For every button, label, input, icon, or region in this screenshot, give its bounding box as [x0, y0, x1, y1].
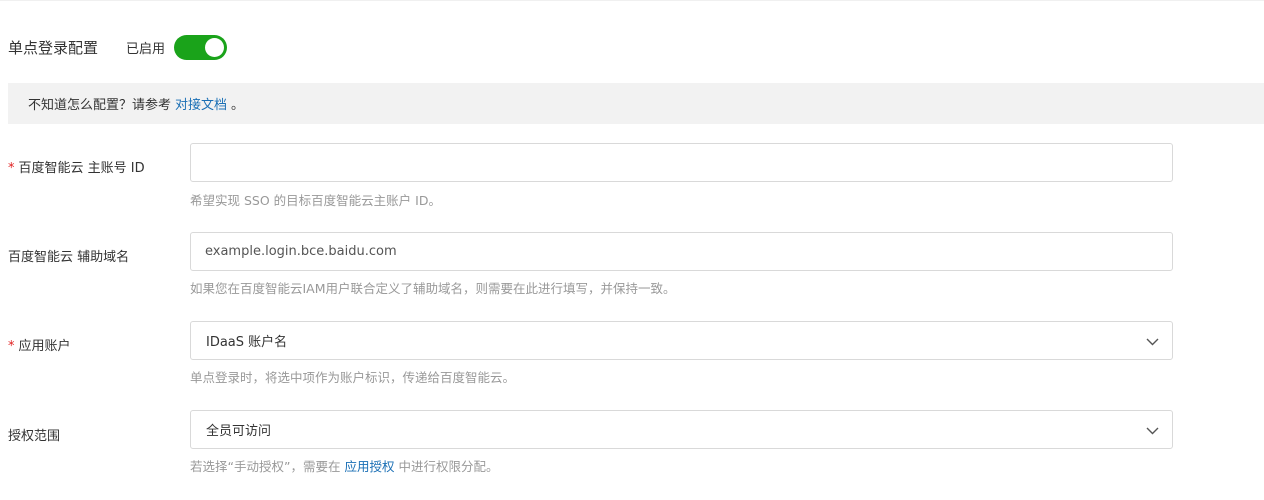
auth-scope-select[interactable]: 全员可访问 — [190, 410, 1173, 449]
aux-domain-input[interactable] — [191, 233, 1172, 270]
aux-domain-hint: 如果您在百度智能云IAM用户联合定义了辅助域名，则需要在此进行填写，并保持一致。 — [190, 281, 676, 296]
account-id-label-text: 百度智能云 主账号 ID — [18, 161, 145, 176]
account-id-field — [190, 143, 1173, 182]
notice-suffix: 。 — [231, 98, 245, 113]
help-notice: 不知道怎么配置？请参考 对接文档 。 — [8, 83, 1264, 124]
auth-scope-hint-prefix: 若选择“手动授权”，需要在 — [190, 459, 341, 474]
section-title: 单点登录配置 — [8, 38, 99, 57]
aux-domain-field — [190, 232, 1173, 271]
app-account-selected-value: IDaaS 账户名 — [206, 335, 288, 350]
app-account-label: * 应用账户 — [8, 335, 71, 354]
aux-domain-label: 百度智能云 辅助域名 — [8, 250, 130, 265]
auth-scope-hint: 若选择“手动授权”，需要在 应用授权 中进行权限分配。 — [190, 456, 498, 475]
integration-doc-link[interactable]: 对接文档 — [175, 94, 227, 113]
sso-config-header: 单点登录配置 已启用 — [8, 34, 228, 60]
auth-scope-selected-value: 全员可访问 — [206, 424, 272, 439]
app-account-hint: 单点登录时，将选中项作为账户标识，传递给百度智能云。 — [190, 370, 516, 385]
account-id-hint: 希望实现 SSO 的目标百度智能云主账户 ID。 — [190, 193, 441, 208]
account-id-input[interactable] — [191, 144, 1172, 181]
app-authorization-link[interactable]: 应用授权 — [344, 459, 394, 474]
app-account-select[interactable]: IDaaS 账户名 — [190, 321, 1173, 360]
notice-text: 不知道怎么配置？请参考 — [28, 98, 172, 113]
auth-scope-label: 授权范围 — [8, 429, 61, 444]
required-mark: * — [8, 339, 15, 354]
app-account-label-text: 应用账户 — [18, 339, 71, 354]
status-label: 已启用 — [126, 41, 166, 57]
sso-enable-toggle[interactable] — [174, 34, 228, 60]
chevron-down-icon — [1146, 338, 1159, 346]
chevron-down-icon — [1146, 427, 1159, 435]
auth-scope-hint-suffix: 中进行权限分配。 — [398, 459, 499, 474]
top-divider — [0, 0, 1264, 1]
toggle-knob — [205, 37, 225, 57]
required-mark: * — [8, 161, 15, 176]
account-id-label: * 百度智能云 主账号 ID — [8, 157, 145, 176]
